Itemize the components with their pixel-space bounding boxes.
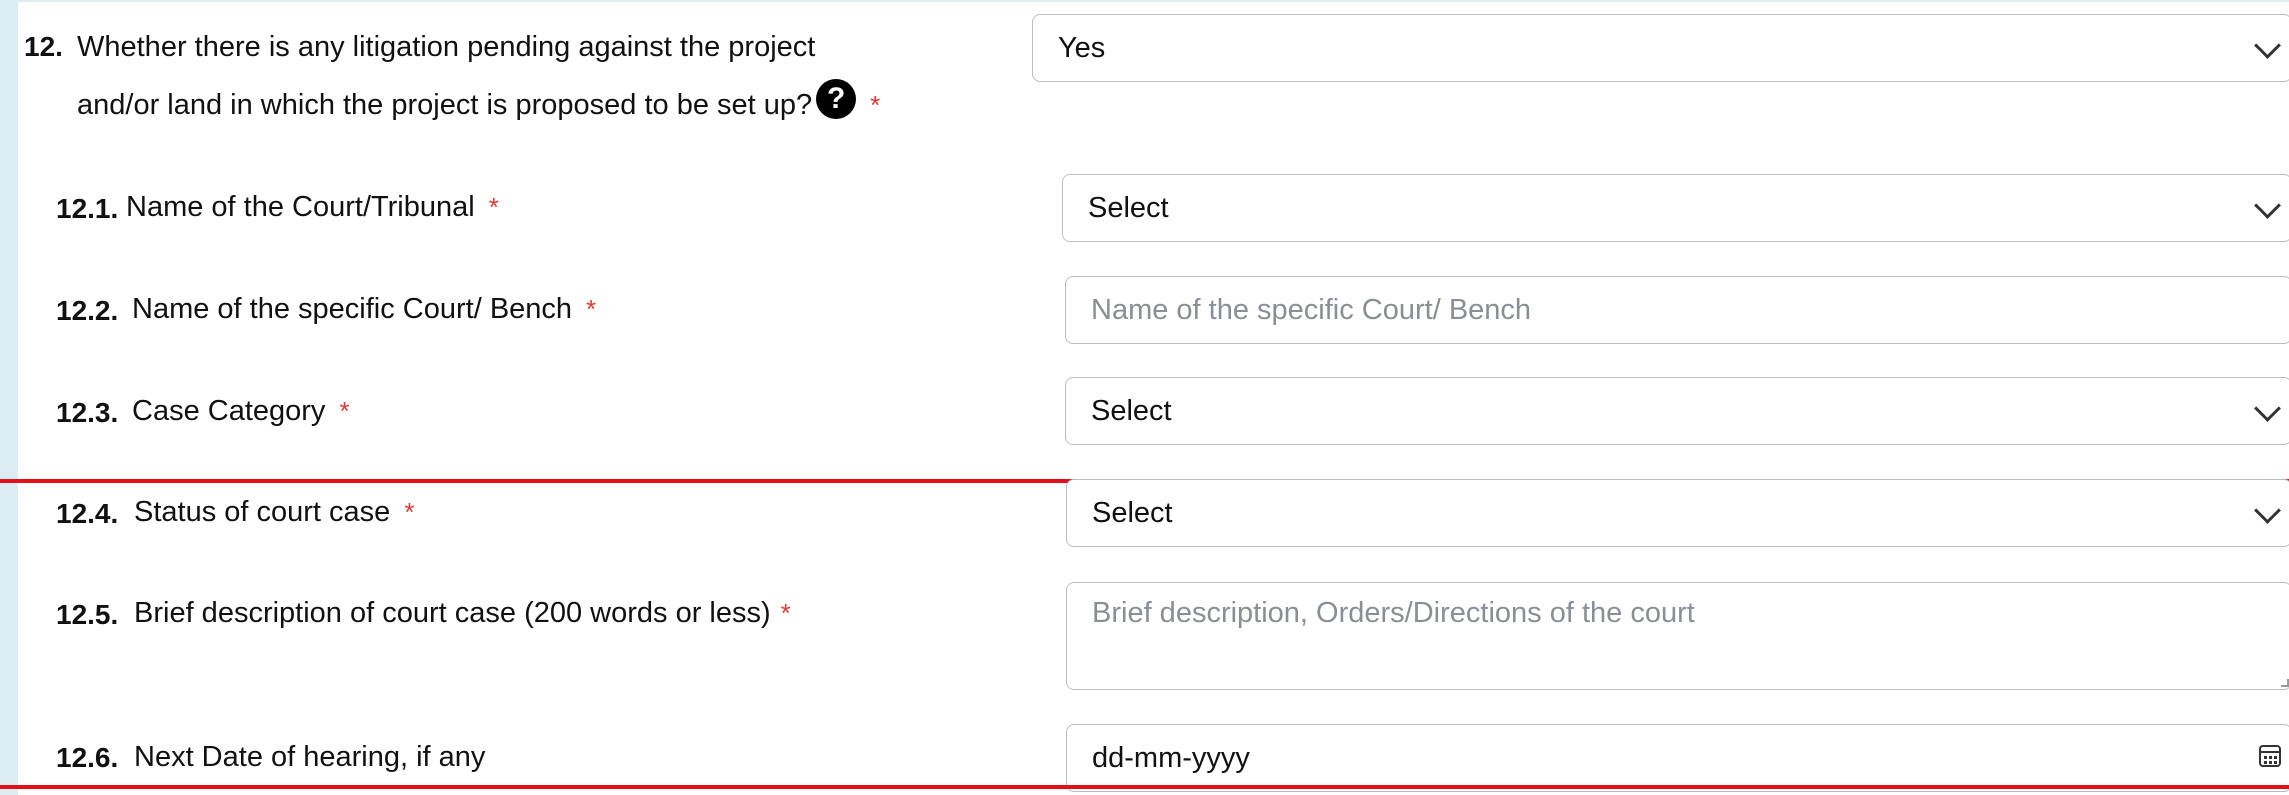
select-value: Select <box>1092 496 1173 529</box>
question-label-text: Next Date of hearing, if any <box>134 741 486 773</box>
question-label: Name of the Court/Tribunal * <box>126 178 499 236</box>
court-bench-input[interactable]: Name of the specific Court/ Bench <box>1065 276 2289 344</box>
question-number: 12.4. <box>56 498 119 529</box>
question-number: 12.1. <box>56 193 119 224</box>
question-label-line2: and/or land in which the project is prop… <box>77 76 1037 134</box>
hearing-date-input[interactable]: dd-mm-yyyy <box>1066 724 2289 792</box>
question-number: 12.2. <box>56 295 119 326</box>
case-category-select[interactable]: Select <box>1065 377 2289 445</box>
chevron-down-icon <box>2254 497 2281 524</box>
question-label: Status of court case * <box>134 483 414 541</box>
select-value: Yes <box>1058 31 1106 64</box>
help-icon[interactable]: ? <box>816 79 857 119</box>
highlight-border-bottom <box>0 785 2289 789</box>
required-star: * <box>488 192 499 222</box>
left-side-strip <box>0 0 18 795</box>
question-label-text: Status of court case <box>134 496 391 528</box>
question-label-text: Case Category <box>132 395 326 427</box>
question-label: Name of the specific Court/ Bench * <box>132 280 596 338</box>
required-star: * <box>780 598 791 628</box>
select-value: Select <box>1091 394 1172 427</box>
required-star: * <box>870 90 881 120</box>
question-label: Next Date of hearing, if any <box>134 728 485 786</box>
case-status-select[interactable]: Select <box>1066 479 2289 547</box>
calendar-icon[interactable] <box>2259 745 2281 767</box>
question-label-text: Name of the specific Court/ Bench <box>132 293 573 325</box>
required-star: * <box>339 396 350 426</box>
question-label-line1: Whether there is any litigation pending … <box>77 31 816 63</box>
question-number: 12. <box>24 31 63 62</box>
question-label: Brief description of court case (200 wor… <box>134 584 791 642</box>
question-number: 12.3. <box>56 397 119 428</box>
date-value: dd-mm-yyyy <box>1092 741 1250 774</box>
question-label: Whether there is any litigation pending … <box>77 18 1037 134</box>
question-label-line2-text: and/or land in which the project is prop… <box>77 89 813 121</box>
required-star: * <box>586 294 597 324</box>
question-number: 12.6. <box>56 742 119 773</box>
resize-grip-icon[interactable] <box>2281 679 2289 687</box>
litigation-pending-select[interactable]: Yes <box>1032 14 2289 82</box>
textarea-placeholder: Brief description, Orders/Directions of … <box>1092 597 1695 629</box>
chevron-down-icon <box>2254 395 2281 422</box>
question-label-text: Name of the Court/Tribunal <box>126 191 475 223</box>
select-value: Select <box>1088 191 1169 224</box>
question-number: 12.5. <box>56 599 119 630</box>
question-label: Case Category * <box>132 382 350 440</box>
court-tribunal-select[interactable]: Select <box>1062 174 2289 242</box>
input-placeholder: Name of the specific Court/ Bench <box>1091 293 1532 326</box>
top-side-strip <box>0 0 2289 2</box>
chevron-down-icon <box>2254 192 2281 219</box>
form-page: 12. Whether there is any litigation pend… <box>0 0 2289 795</box>
question-label-text: Brief description of court case (200 wor… <box>134 597 771 629</box>
case-description-textarea[interactable]: Brief description, Orders/Directions of … <box>1066 582 2289 690</box>
chevron-down-icon <box>2254 32 2281 59</box>
required-star: * <box>404 497 415 527</box>
